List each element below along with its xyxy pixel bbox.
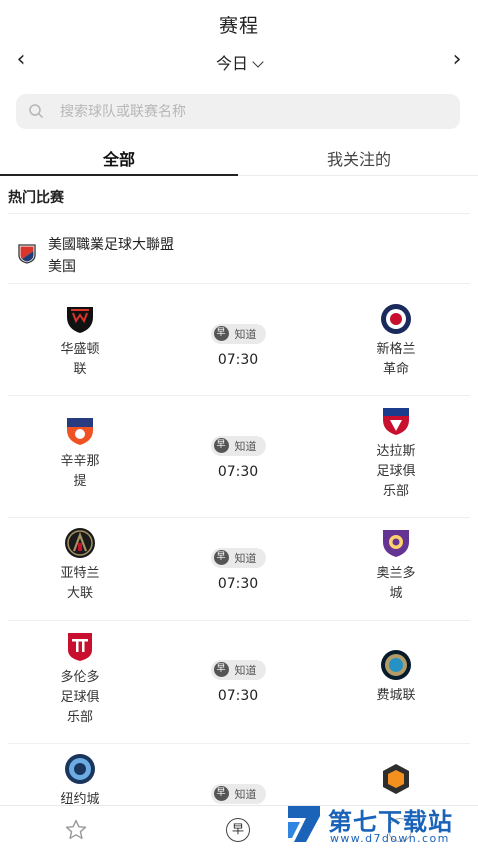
away-team-name: 新格兰革命 — [376, 342, 416, 377]
watermark-url: www.d7down.com — [330, 832, 450, 845]
prediction-badge[interactable]: 早知道 — [210, 435, 266, 456]
league-name: 美國職業足球大聯盟 — [48, 237, 174, 253]
search-bar[interactable] — [16, 94, 460, 129]
prediction-badge[interactable]: 早知道 — [210, 659, 266, 680]
home-team-name: 华盛顿联 — [60, 342, 100, 377]
date-selector[interactable]: 今日 — [0, 50, 478, 74]
dc-united-logo-icon — [67, 307, 93, 333]
chevron-right-icon[interactable]: › — [442, 46, 472, 74]
away-team-name: 达拉斯足球俱乐部 — [376, 444, 416, 499]
match-time: 07:30 — [217, 463, 259, 480]
home-team-name: 多伦多足球俱乐部 — [60, 670, 100, 725]
zao-tab-icon[interactable]: 早 — [226, 818, 250, 842]
date-label: 今日 — [215, 54, 248, 73]
divider — [8, 517, 470, 518]
prediction-badge[interactable]: 早知道 — [210, 547, 266, 568]
page-title: 赛程 — [218, 15, 259, 37]
tab-bar: 全部 我关注的 — [0, 140, 478, 176]
section-title: 热门比赛 — [8, 190, 64, 206]
zao-icon: 早 — [213, 662, 229, 677]
prediction-badge[interactable]: 早知道 — [210, 783, 266, 804]
divider — [8, 283, 470, 284]
philadelphia-union-logo-icon — [381, 650, 411, 680]
away-team-name: 费城联 — [376, 688, 416, 703]
away-team-name: 奥兰多城 — [376, 566, 416, 601]
star-icon[interactable] — [64, 818, 88, 842]
tab-all[interactable]: 全部 — [0, 146, 238, 170]
divider — [8, 743, 470, 744]
date-bar: ‹ 今日 › — [0, 46, 478, 76]
watermark: 第七下载站 www.d7down.com — [282, 800, 478, 850]
zao-icon: 早 — [213, 438, 229, 453]
match-time: 07:30 — [217, 575, 259, 592]
search-input[interactable] — [60, 94, 440, 129]
orlando-city-logo-icon — [383, 530, 409, 557]
active-tab-indicator — [0, 174, 238, 176]
home-team-name: 亚特兰大联 — [60, 566, 100, 601]
league-country: 美国 — [48, 259, 76, 275]
prediction-badge[interactable]: 早知道 — [210, 323, 266, 344]
mls-logo-icon — [18, 244, 36, 264]
atlanta-united-logo-icon — [65, 528, 95, 558]
nycfc-logo-icon — [65, 754, 95, 784]
divider — [8, 213, 470, 214]
tab-following[interactable]: 我关注的 — [240, 146, 478, 170]
match-time: 07:30 — [217, 351, 259, 368]
divider — [8, 620, 470, 621]
zao-icon: 早 — [213, 550, 229, 565]
zao-icon: 早 — [213, 326, 229, 341]
fc-dallas-logo-icon — [383, 408, 409, 435]
zao-icon: 早 — [213, 786, 229, 801]
chevron-down-icon — [252, 56, 264, 68]
fc-cincinnati-logo-icon — [67, 418, 93, 445]
divider — [8, 395, 470, 396]
match-time: 07:30 — [217, 687, 259, 704]
league-header[interactable]: 美國職業足球大聯盟 美国 — [14, 232, 474, 276]
home-team-name: 辛辛那提 — [60, 454, 100, 489]
houston-dynamo-logo-icon — [383, 764, 409, 794]
toronto-fc-logo-icon — [68, 633, 92, 661]
new-england-logo-icon — [381, 304, 411, 334]
search-icon — [29, 104, 44, 119]
watermark-logo-icon — [288, 806, 320, 842]
